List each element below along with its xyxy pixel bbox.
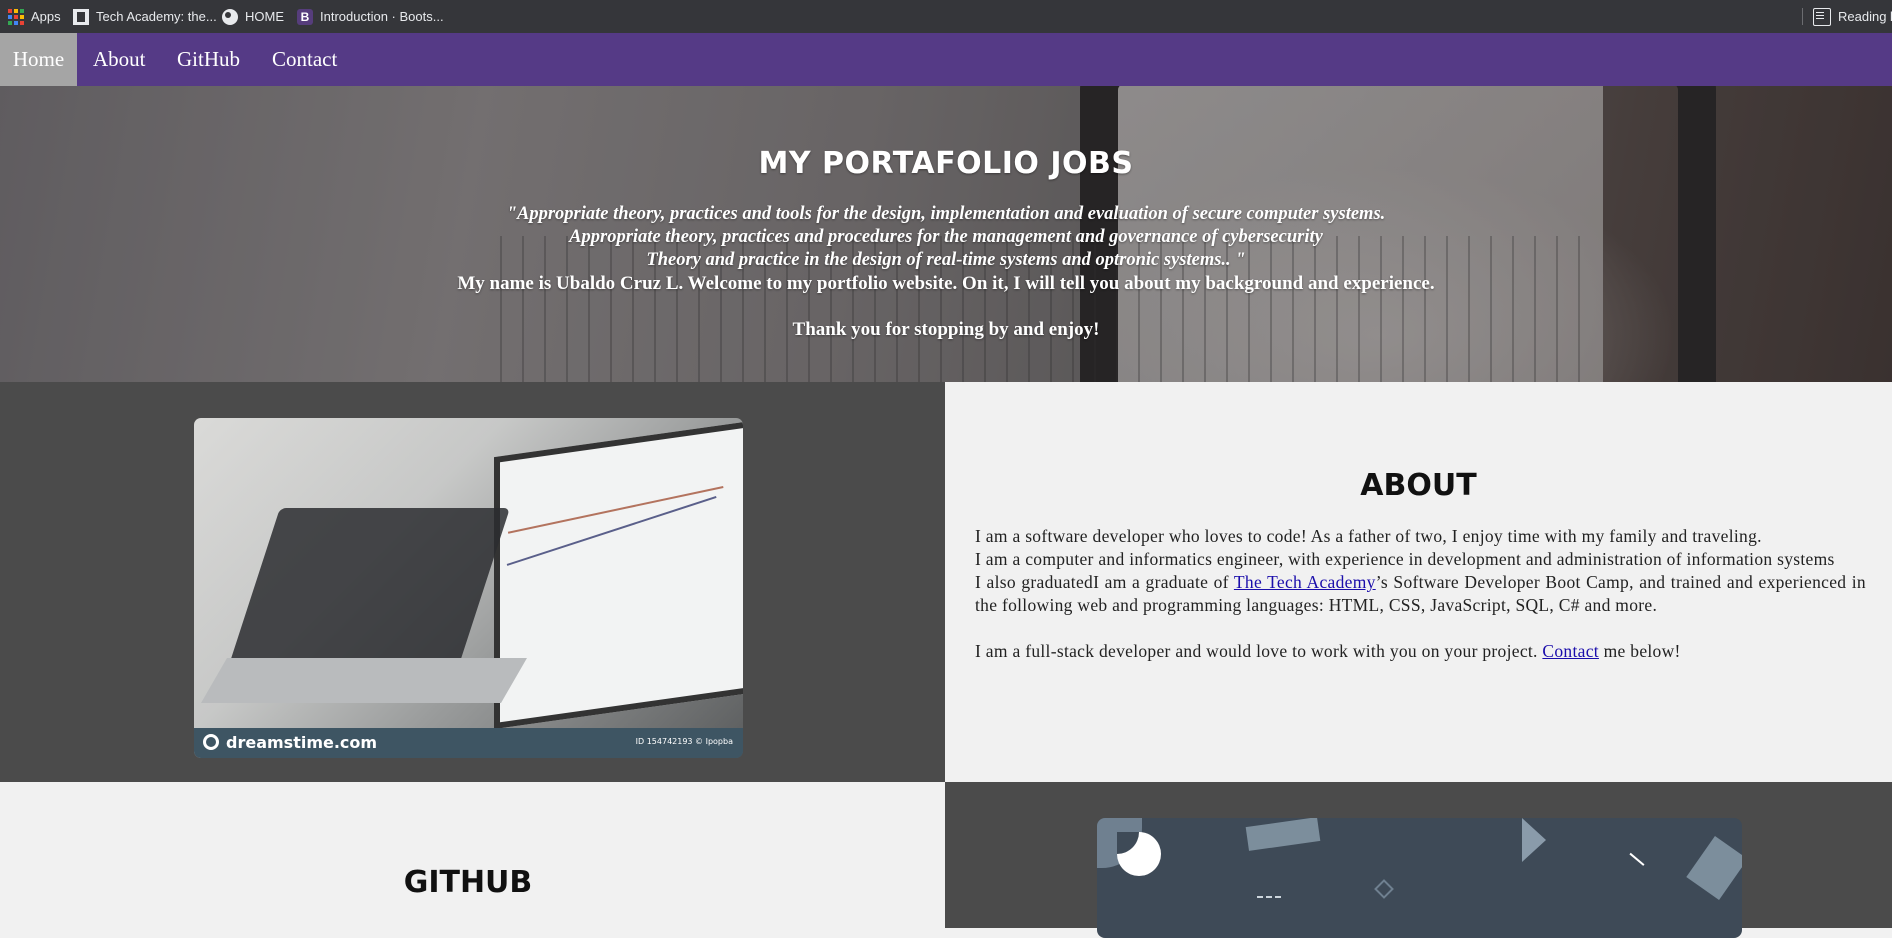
hero-intro: My name is Ubaldo Cruz L. Welcome to my … — [457, 273, 1435, 294]
about-title: ABOUT — [1360, 468, 1477, 503]
bookmark-tech-academy[interactable]: Tech Academy: the... — [73, 0, 217, 33]
nav-contact[interactable]: Contact — [272, 33, 337, 86]
about-paragraph: I am a full-stack developer and would lo… — [975, 641, 1681, 661]
apps-grid-icon — [8, 8, 24, 25]
bookmark-bootstrap[interactable]: B Introduction · Boots... — [297, 0, 444, 33]
hero-quote-line: Theory and practice in the design of rea… — [646, 250, 1246, 270]
hero-quote: "Appropriate theory, practices and tools… — [0, 203, 1892, 272]
bookmark-label: Tech Academy: the... — [96, 9, 217, 24]
watermark-brand: dreamstime.com — [226, 733, 378, 752]
github-title: GITHUB — [403, 865, 533, 900]
about-paragraph: I also graduatedI am a graduate of The T… — [975, 572, 1866, 615]
bookmark-label: Introduction · Boots... — [320, 9, 444, 24]
github-text-panel — [0, 782, 945, 928]
bookmark-home[interactable]: HOME — [222, 0, 284, 33]
bookmark-apps[interactable]: Apps — [8, 0, 61, 33]
hero-quote-line: "Appropriate theory, practices and tools… — [506, 204, 1386, 224]
reading-list-icon — [1813, 7, 1831, 26]
contact-link[interactable]: Contact — [1542, 641, 1599, 661]
bookmark-label: Apps — [31, 9, 61, 24]
bookmarks-bar: Apps Tech Academy: the... HOME B Introdu… — [0, 0, 1892, 33]
site-navbar: Home About GitHub Contact — [0, 33, 1892, 86]
globe-icon — [222, 8, 238, 25]
tech-academy-link[interactable]: The Tech Academy — [1234, 572, 1376, 592]
hero-title: MY PORTAFOLIO JOBS — [758, 146, 1134, 181]
tech-academy-favicon — [73, 8, 89, 25]
reading-list-label: Reading list — [1838, 9, 1892, 24]
image-watermark-bar: dreamstime.com ID 154742193 © Ipopba — [194, 728, 743, 758]
github-image — [1097, 818, 1742, 938]
bootstrap-favicon: B — [297, 8, 313, 25]
about-body: I am a software developer who loves to c… — [975, 525, 1866, 663]
about-paragraph: I am a computer and informatics engineer… — [975, 549, 1835, 569]
bookmarks-separator — [1802, 8, 1803, 25]
about-paragraph: I am a software developer who loves to c… — [975, 526, 1762, 546]
dreamstime-logo-icon — [203, 734, 219, 750]
hero-quote-line: Appropriate theory, practices and proced… — [569, 227, 1323, 247]
reading-list-button[interactable]: Reading list — [1813, 0, 1892, 33]
nav-about[interactable]: About — [93, 33, 146, 86]
hero-banner: MY PORTAFOLIO JOBS "Appropriate theory, … — [0, 86, 1892, 382]
nav-github[interactable]: GitHub — [177, 33, 240, 86]
hero-thanks: Thank you for stopping by and enjoy! — [792, 319, 1100, 340]
about-image: dreamstime.com ID 154742193 © Ipopba — [194, 418, 743, 758]
bookmark-label: HOME — [245, 9, 284, 24]
nav-home[interactable]: Home — [0, 33, 77, 86]
watermark-id: ID 154742193 © Ipopba — [635, 737, 733, 746]
